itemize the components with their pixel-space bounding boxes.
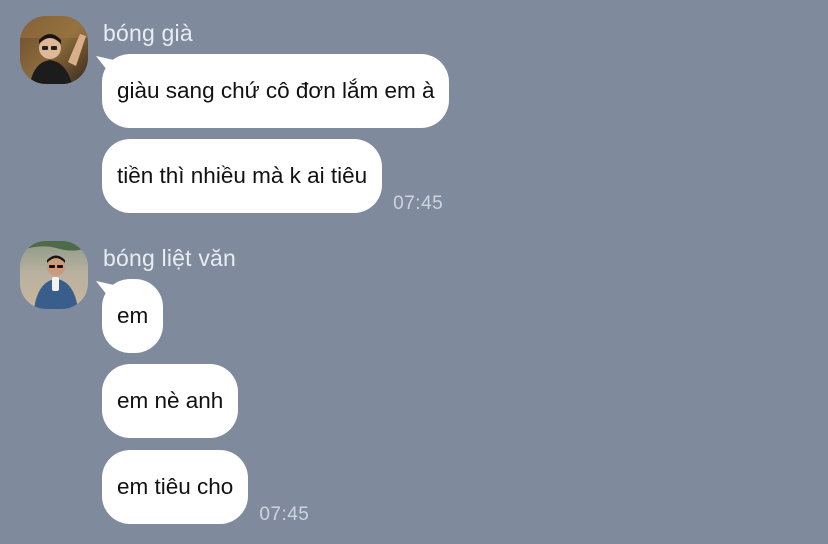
message-bubble[interactable]: em nè anh [102, 364, 239, 438]
message-timestamp: 07:45 [393, 193, 444, 214]
sender-name: bóng già [103, 20, 193, 46]
message-row: em [102, 279, 164, 353]
message-row: em nè anh [102, 364, 239, 438]
message-row: giàu sang chứ cô đơn lắm em à [102, 54, 450, 128]
message-timestamp: 07:45 [259, 504, 310, 525]
sender-name: bóng liệt văn [103, 245, 237, 271]
message-bubble[interactable]: em [102, 279, 164, 353]
message-bubble[interactable]: tiền thì nhiều mà k ai tiêu [102, 139, 383, 213]
user-avatar-photo-icon [20, 16, 88, 84]
message-row: tiền thì nhiều mà k ai tiêu 07:45 [102, 139, 444, 214]
avatar[interactable] [20, 16, 88, 84]
message-bubble[interactable]: em tiêu cho [102, 450, 249, 524]
message-bubble[interactable]: giàu sang chứ cô đơn lắm em à [102, 54, 450, 128]
message-row: em tiêu cho 07:45 [102, 450, 310, 525]
user-avatar-photo-icon [20, 241, 88, 309]
avatar[interactable] [20, 241, 88, 309]
